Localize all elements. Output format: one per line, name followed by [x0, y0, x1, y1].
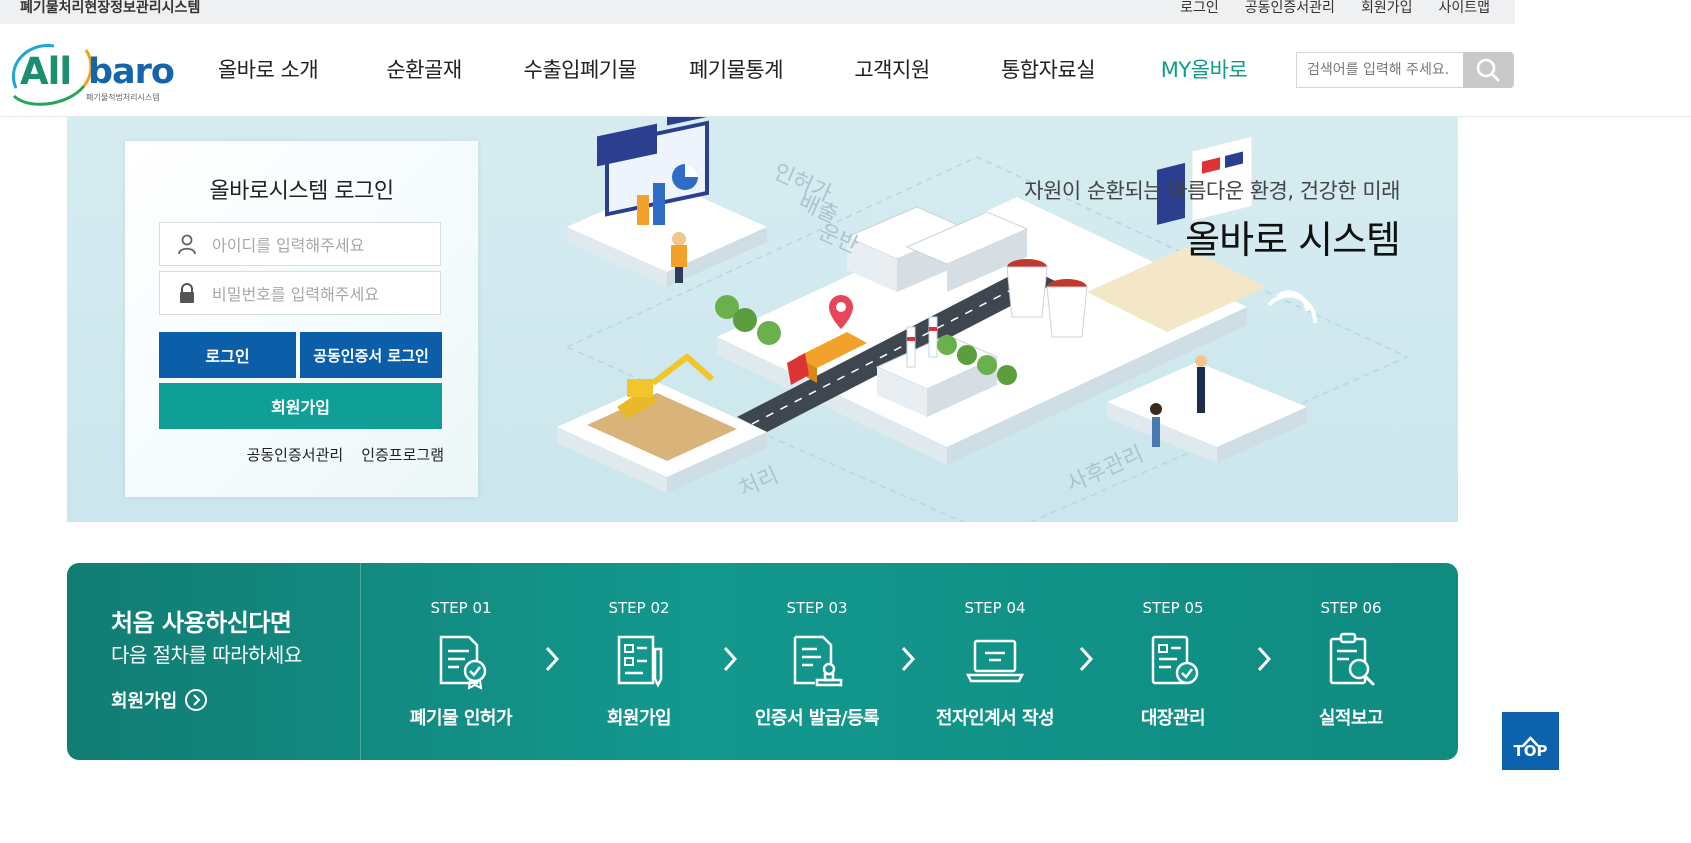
step-item-5[interactable]: STEP 05 대장관리 — [1084, 563, 1262, 760]
search-icon — [1476, 58, 1500, 82]
cert-program-link[interactable]: 인증프로그램 — [361, 444, 444, 465]
global-nav: 올바로 소개 순환골재 수출입폐기물 폐기물통계 고객지원 통합자료실 MY올바… — [190, 24, 1282, 116]
login-card: 올바로시스템 로그인 로그인 공동인증서 로그인 회원가입 공동인증서관리 인증… — [125, 141, 478, 497]
id-input[interactable] — [210, 229, 434, 261]
allbaro-logo[interactable]: All baro 폐기물적법처리시스템 — [8, 36, 175, 108]
hero-title: 올바로 시스템 — [1185, 209, 1401, 264]
step-number: STEP 03 — [786, 599, 848, 617]
step-number: STEP 05 — [1142, 599, 1204, 617]
step-label: 대장관리 — [1140, 708, 1206, 729]
scroll-top-label: TOP — [1513, 742, 1548, 760]
step-number: STEP 04 — [964, 599, 1026, 617]
nav-item-recycled-aggregate[interactable]: 순환골재 — [346, 24, 502, 116]
nav-item-library[interactable]: 통합자료실 — [970, 24, 1126, 116]
id-field — [159, 222, 441, 266]
signup-form-icon — [617, 635, 663, 688]
certificate-stamp-icon — [793, 635, 843, 687]
hero-banner: 인허가 배출 운반 처리 사후관리 자원이 순환되는 아름다운 환경, 건강한 … — [67, 117, 1458, 522]
step-label: 전자인계서 작성 — [935, 708, 1055, 729]
password-input[interactable] — [210, 278, 434, 310]
laptop-icon — [965, 639, 1025, 683]
util-link-cert-manage[interactable]: 공동인증서관리 — [1245, 0, 1335, 16]
nav-item-my-allbaro[interactable]: MY올바로 — [1126, 24, 1282, 116]
cert-manage-link[interactable]: 공동인증서관리 — [247, 444, 344, 465]
step-number: STEP 01 — [430, 599, 492, 617]
util-link-login[interactable]: 로그인 — [1180, 0, 1219, 16]
hero-title-text: 올바로 시스템 — [1185, 218, 1401, 262]
scroll-top-button[interactable]: TOP — [1502, 712, 1559, 770]
steps-join-label: 회원가입 — [111, 691, 178, 712]
site-name: 폐기물처리현장정보관리시스템 — [20, 0, 201, 16]
nav-item-about[interactable]: 올바로 소개 — [190, 24, 346, 116]
permit-document-icon — [439, 635, 487, 690]
lock-icon — [180, 283, 194, 303]
step-label: 실적보고 — [1318, 708, 1384, 729]
step-number: STEP 06 — [1320, 599, 1382, 617]
cert-login-button[interactable]: 공동인증서 로그인 — [300, 332, 442, 378]
utility-links: 로그인 공동인증서관리 회원가입 사이트맵 — [1180, 0, 1490, 16]
getting-started-steps: 처음 사용하신다면 다음 절차를 따라하세요 회원가입 STEP 01 폐기물 … — [67, 563, 1458, 760]
step-number: STEP 02 — [608, 599, 670, 617]
join-button[interactable]: 회원가입 — [159, 383, 442, 429]
stage-label-process: 처리 — [735, 463, 782, 502]
logo-text-baro: baro — [88, 52, 175, 92]
login-button[interactable]: 로그인 — [159, 332, 296, 378]
util-link-join[interactable]: 회원가입 — [1361, 0, 1413, 16]
step-label: 폐기물 인허가 — [409, 708, 513, 729]
steps-intro-subtitle: 다음 절차를 따라하세요 — [111, 643, 302, 667]
step-item-2[interactable]: STEP 02 회원가입 — [550, 563, 728, 760]
step-label: 회원가입 — [606, 708, 672, 729]
login-card-links: 공동인증서관리 인증프로그램 — [247, 444, 444, 465]
logo-subtitle: 폐기물적법처리시스템 — [86, 93, 160, 102]
nav-item-statistics[interactable]: 폐기물통계 — [658, 24, 814, 116]
user-icon — [178, 234, 196, 255]
util-link-sitemap[interactable]: 사이트맵 — [1438, 0, 1490, 16]
step-item-4[interactable]: STEP 04 전자인계서 작성 — [906, 563, 1084, 760]
search-button[interactable] — [1463, 52, 1514, 88]
logo-text-all: All — [20, 50, 72, 93]
chevron-right-circle-icon — [185, 689, 208, 711]
login-title: 올바로시스템 로그인 — [209, 179, 394, 204]
step-label: 인증서 발급/등록 — [754, 708, 880, 729]
ledger-check-icon — [1151, 635, 1199, 685]
hero-subtitle: 자원이 순환되는 아름다운 환경, 건강한 미래 — [1024, 179, 1400, 203]
steps-join-link[interactable]: 회원가입 — [111, 687, 208, 713]
step-item-1[interactable]: STEP 01 폐기물 인허가 — [372, 563, 550, 760]
nav-item-support[interactable]: 고객지원 — [814, 24, 970, 116]
step-item-3[interactable]: STEP 03 인증서 발급/등록 — [728, 563, 906, 760]
steps-intro: 처음 사용하신다면 다음 절차를 따라하세요 회원가입 — [67, 563, 361, 760]
main-header: All baro 폐기물적법처리시스템 올바로 소개 순환골재 수출입폐기물 폐… — [0, 24, 1691, 117]
search-input[interactable] — [1296, 52, 1474, 88]
step-item-6[interactable]: STEP 06 실적보고 — [1262, 563, 1440, 760]
nav-item-import-export[interactable]: 수출입폐기물 — [502, 24, 658, 116]
search-box — [1296, 52, 1514, 88]
steps-intro-title: 처음 사용하신다면 — [111, 609, 292, 637]
report-search-icon — [1329, 632, 1375, 686]
password-field — [159, 271, 441, 315]
top-utility-bar: 폐기물처리현장정보관리시스템 로그인 공동인증서관리 회원가입 사이트맵 — [0, 0, 1515, 24]
